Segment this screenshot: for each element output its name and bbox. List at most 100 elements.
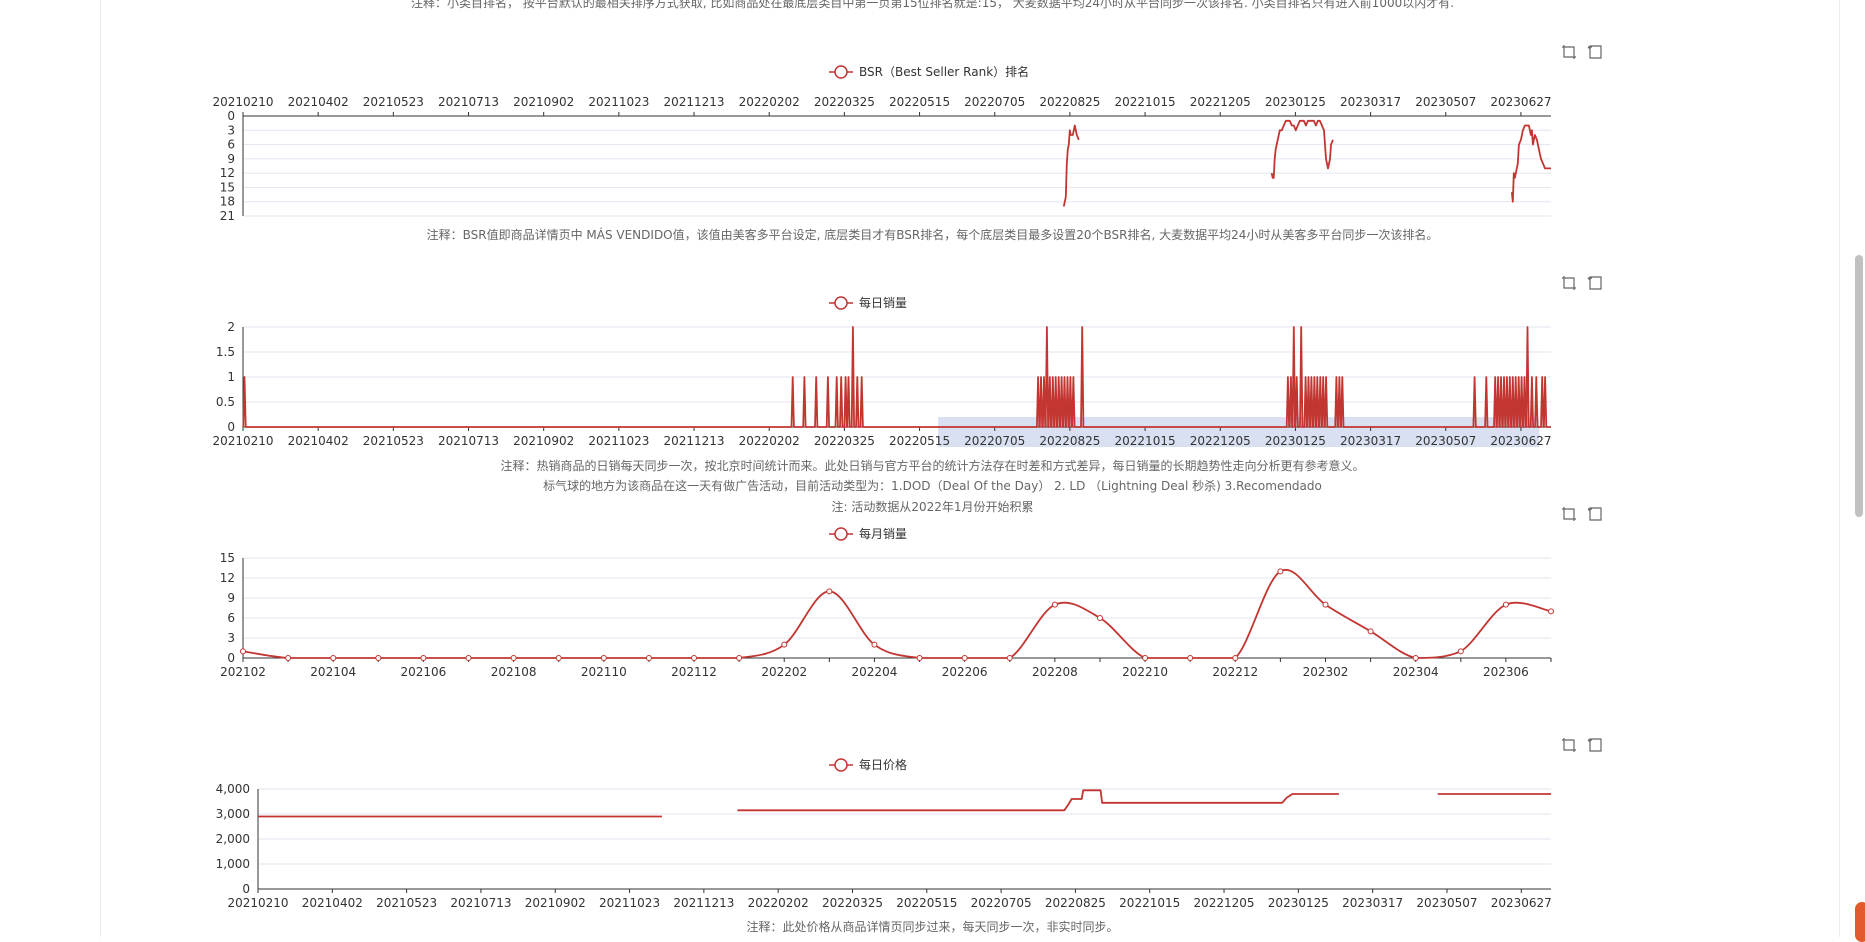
monthly-sales-series-line (242, 568, 1552, 659)
monthly-sales-x-tick-label: 202304 (1393, 665, 1439, 679)
monthly-sales-point (1457, 648, 1464, 655)
daily-sales-x-tick-label: 20230125 (1265, 434, 1326, 448)
daily-price-x-tick-label: 20210402 (302, 896, 363, 910)
restore-icon[interactable] (1587, 44, 1603, 60)
bsr-x-tick-label: 20230627 (1490, 95, 1551, 109)
monthly-sales-point (1548, 608, 1554, 615)
daily-price-x-tick-label: 20230125 (1268, 896, 1329, 910)
monthly-sales-point (1322, 601, 1329, 608)
daily-sales-x-tick-label: 20220325 (814, 434, 875, 448)
daily-sales-x-tick-label: 20230507 (1415, 434, 1476, 448)
monthly-sales-y-tick-label: 3 (227, 631, 235, 645)
daily-sales-note-2: 标气球的地方为该商品在这一天有做广告活动，目前活动类型为：1.DOD（Deal … (543, 479, 1322, 493)
daily-price-y-tick-label: 0 (242, 882, 250, 896)
monthly-sales-point (916, 655, 923, 661)
monthly-sales-y-tick-label: 12 (220, 571, 235, 585)
daily-price-x-tick-label: 20230317 (1342, 896, 1403, 910)
bsr-note: 注释：BSR值即商品详情页中 MÁS VENDIDO值，该值由美客多平台设定, … (426, 228, 1439, 242)
monthly-sales-y-tick-label: 0 (227, 651, 235, 665)
daily-sales-legend-marker (834, 296, 848, 310)
daily-sales-x-tick-label: 20210902 (513, 434, 574, 448)
monthly-sales-point (1412, 655, 1419, 661)
daily-price-x-tick-label: 20210210 (227, 896, 288, 910)
daily-sales-y-tick-label: 0.5 (216, 395, 235, 409)
daily-sales-x-tick-label: 20211023 (588, 434, 649, 448)
daily-sales-x-tick-label: 20220202 (739, 434, 800, 448)
daily-sales-x-tick-label: 20210523 (363, 434, 424, 448)
monthly-sales-x-tick-label: 202206 (942, 665, 988, 679)
daily-price-x-tick-label: 20230507 (1416, 896, 1477, 910)
monthly-sales-x-tick-label: 202106 (401, 665, 447, 679)
daily-sales-x-tick-label: 20221015 (1115, 434, 1176, 448)
monthly-sales-point (1502, 601, 1509, 608)
price-note: 注释：此处价格从商品详情页同步过来，每天同步一次，非实时同步。 (746, 920, 1119, 934)
monthly-sales-y-tick-label: 9 (227, 591, 235, 605)
daily-price-y-tick-label: 4,000 (216, 782, 250, 796)
bsr-y-tick-label: 6 (227, 138, 235, 152)
bsr-x-tick-label: 20210210 (212, 95, 273, 109)
daily-price-x-tick-label: 20230627 (1491, 896, 1552, 910)
data-zoom-icon[interactable] (1561, 44, 1577, 60)
restore-icon[interactable] (1587, 506, 1603, 522)
data-zoom-icon[interactable] (1561, 275, 1577, 291)
bsr-toolbox (1561, 44, 1617, 62)
bsr-x-tick-label: 20221205 (1190, 95, 1251, 109)
bsr-x-tick-label: 20210902 (513, 95, 574, 109)
bsr-series-line (1062, 124, 1080, 207)
daily-price-x-tick-label: 20221015 (1119, 896, 1180, 910)
monthly-sales-point (826, 588, 833, 595)
monthly-sales-x-tick-label: 202102 (220, 665, 266, 679)
bsr-x-tick-label: 20230317 (1340, 95, 1401, 109)
monthly-sales-legend: 每月销量 (859, 526, 907, 541)
daily-sales-y-tick-label: 1 (227, 370, 235, 384)
monthly-sales-point (600, 655, 607, 661)
monthly-sales-x-tick-label: 202202 (761, 665, 807, 679)
monthly-sales-x-tick-label: 202112 (671, 665, 717, 679)
daily-price-x-tick-label: 20211023 (599, 896, 660, 910)
corner-widget[interactable] (1855, 902, 1865, 942)
daily-price-series-line (737, 789, 1339, 812)
bsr-legend-marker (834, 65, 848, 79)
restore-icon[interactable] (1587, 737, 1603, 753)
monthly-sales-point (285, 655, 292, 661)
monthly-sales-x-tick-label: 202204 (852, 665, 898, 679)
bsr-x-tick-label: 20220202 (739, 95, 800, 109)
daily-price-x-tick-label: 20211213 (673, 896, 734, 910)
bsr-x-tick-label: 20221015 (1115, 95, 1176, 109)
bsr-y-tick-label: 0 (227, 109, 235, 123)
monthly-sales-x-tick-label: 202302 (1303, 665, 1349, 679)
bsr-x-tick-label: 20210713 (438, 95, 499, 109)
daily-price-x-tick-label: 20220325 (822, 896, 883, 910)
daily-sales-x-tick-label: 20210210 (212, 434, 273, 448)
page-scrollbar-thumb[interactable] (1855, 255, 1863, 517)
monthly-sales-y-tick-label: 15 (220, 551, 235, 565)
daily-price-x-tick-label: 20221205 (1193, 896, 1254, 910)
monthly-sales-point (781, 641, 788, 648)
data-zoom-icon[interactable] (1561, 506, 1577, 522)
daily-sales-y-tick-label: 2 (227, 320, 235, 334)
daily-price-x-tick-label: 20220515 (896, 896, 957, 910)
bsr-x-tick-label: 20230507 (1415, 95, 1476, 109)
monthly-sales-point (1006, 655, 1013, 661)
bsr-x-tick-label: 20220515 (889, 95, 950, 109)
monthly-sales-legend-marker (834, 527, 848, 541)
daily-price-legend-marker (834, 758, 848, 772)
daily-sales-x-tick-label: 20220705 (964, 434, 1025, 448)
monthly-sales-point (1051, 601, 1058, 608)
daily-sales-y-tick-label: 1.5 (216, 345, 235, 359)
bsr-x-tick-label: 20210402 (288, 95, 349, 109)
daily-sales-x-tick-label: 20220515 (889, 434, 950, 448)
monthly-sales-point (510, 655, 517, 661)
bsr-x-tick-label: 20220325 (814, 95, 875, 109)
bsr-legend: BSR（Best Seller Rank）排名 (859, 64, 1029, 79)
monthly-sales-point (1277, 568, 1284, 575)
bsr-x-tick-label: 20230125 (1265, 95, 1326, 109)
daily-price-x-tick-label: 20210902 (525, 896, 586, 910)
daily-price-x-tick-label: 20210713 (450, 896, 511, 910)
monthly-sales-point (330, 655, 337, 661)
daily-sales-y-tick-label: 0 (227, 420, 235, 434)
daily-sales-legend: 每日销量 (859, 295, 907, 310)
restore-icon[interactable] (1587, 275, 1603, 291)
data-zoom-icon[interactable] (1561, 737, 1577, 753)
monthly-sales-point (465, 655, 472, 661)
